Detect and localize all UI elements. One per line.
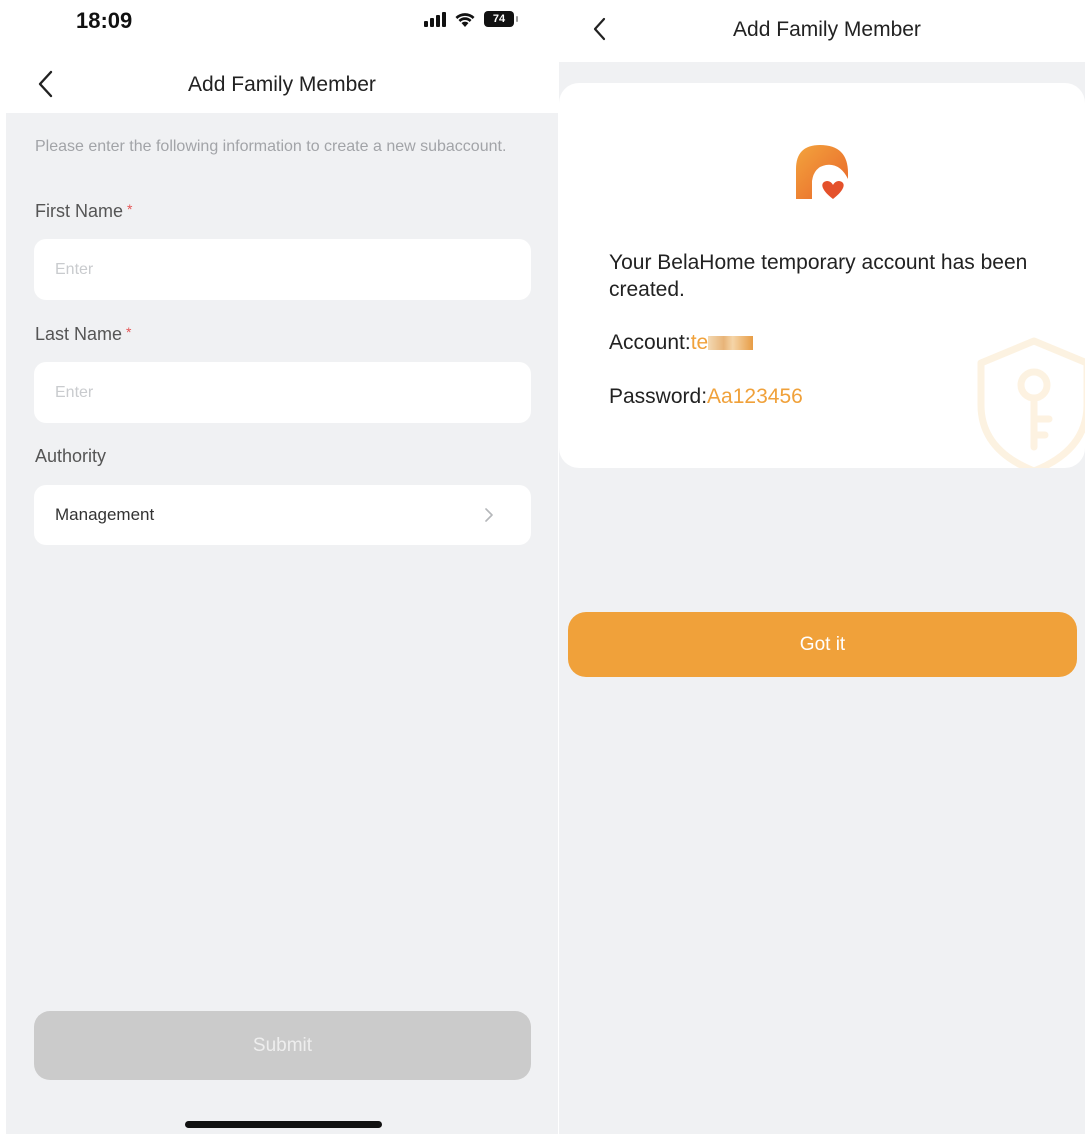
- authority-value: Management: [55, 505, 155, 524]
- wifi-icon: [454, 11, 476, 28]
- status-bar: 18:09 74: [6, 0, 558, 50]
- page-title: Add Family Member: [733, 18, 921, 41]
- password-row: Password:Aa123456: [609, 385, 803, 409]
- page-title: Add Family Member: [188, 73, 376, 96]
- account-created-card: Your BelaHome temporary account has been…: [559, 83, 1085, 468]
- battery-level: 74: [484, 11, 514, 27]
- nav-bar: Add Family Member: [559, 0, 1085, 62]
- belahome-logo-icon: [796, 145, 848, 199]
- password-label: Password:: [609, 385, 708, 408]
- first-name-input[interactable]: [34, 239, 531, 300]
- account-label: Account:: [609, 331, 691, 354]
- last-name-label: Last Name *: [35, 324, 132, 344]
- password-value: Aa123456: [707, 385, 803, 408]
- account-created-screen: Add Family Member Your BelaHome temporar…: [559, 0, 1085, 1134]
- first-name-label: First Name *: [35, 201, 133, 221]
- account-created-message: Your BelaHome temporary account has been…: [609, 251, 1028, 301]
- signal-icon: [424, 11, 446, 27]
- got-it-button[interactable]: Got it: [568, 612, 1077, 677]
- nav-bar: Add Family Member: [6, 55, 558, 113]
- status-time: 18:09: [76, 8, 133, 33]
- battery-icon: 74: [484, 10, 518, 28]
- authority-label: Authority: [35, 446, 107, 466]
- account-row: Account:te: [609, 331, 754, 355]
- submit-button[interactable]: Submit: [34, 1011, 531, 1080]
- last-name-input[interactable]: [34, 362, 531, 423]
- home-indicator: [185, 1121, 382, 1128]
- form-area: Please enter the following information t…: [6, 113, 558, 1134]
- authority-select[interactable]: Management: [34, 485, 531, 545]
- redaction-mask: [708, 336, 754, 350]
- add-member-form-screen: 18:09 74 Add Family Member Please enter …: [6, 0, 558, 1134]
- account-value: te: [690, 331, 709, 354]
- intro-text: Please enter the following information t…: [35, 138, 507, 155]
- chevron-right-icon: [485, 508, 493, 522]
- required-mark: *: [126, 324, 132, 340]
- shield-key-icon: [977, 337, 1085, 468]
- status-icons: 74: [424, 10, 518, 28]
- required-mark: *: [127, 201, 133, 217]
